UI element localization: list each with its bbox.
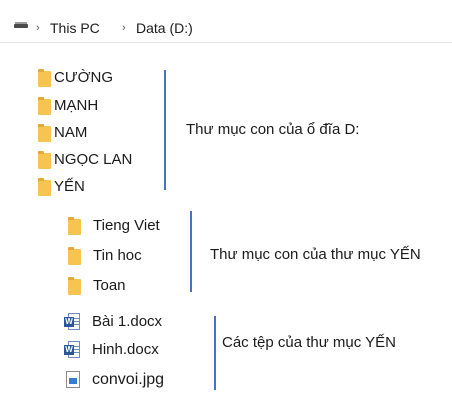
file-label: Bài 1.docx: [92, 313, 163, 330]
folder-icon: [38, 69, 51, 87]
word-document-icon: W: [64, 341, 80, 358]
file-label: convoi.jpg: [92, 371, 165, 388]
folder-label: YẾN: [54, 178, 85, 195]
drive-icon[interactable]: [14, 22, 28, 28]
folder-label: Toan: [93, 277, 126, 294]
folder-label: CƯỜNG: [54, 69, 114, 86]
chevron-right-icon[interactable]: ›: [122, 22, 126, 34]
annotation-yen-files: Các tệp của thư mục YẾN: [222, 334, 397, 351]
annotation-yen-subfolders: Thư mục con của thư mục YẾN: [210, 246, 421, 263]
folder-label: MẠNH: [54, 97, 99, 114]
folder-icon: [68, 247, 81, 265]
image-file-icon: [66, 371, 80, 388]
folder-icon: [38, 97, 51, 115]
bracket-line: [164, 70, 166, 190]
breadcrumb-this-pc[interactable]: This PC: [50, 20, 100, 36]
word-document-icon: W: [64, 313, 80, 330]
folder-label: NAM: [54, 124, 88, 141]
folder-icon: [38, 124, 51, 142]
chevron-right-icon[interactable]: ›: [36, 22, 40, 34]
folder-label: Tieng Viet: [93, 217, 160, 234]
annotation-drive-subfolders: Thư mục con của ổ đĩa D:: [186, 121, 360, 138]
file-label: Hinh.docx: [92, 341, 159, 358]
folder-icon: [38, 151, 51, 169]
bracket-line: [214, 316, 216, 390]
address-bar: › This PC › Data (D:): [0, 0, 452, 43]
folder-label: Tin hoc: [93, 247, 142, 264]
folder-icon: [68, 277, 81, 295]
folder-icon: [38, 178, 51, 196]
folder-icon: [68, 217, 81, 235]
folder-label: NGỌC LAN: [54, 151, 133, 168]
breadcrumb-data-d[interactable]: Data (D:): [136, 20, 193, 36]
bracket-line: [190, 211, 192, 292]
